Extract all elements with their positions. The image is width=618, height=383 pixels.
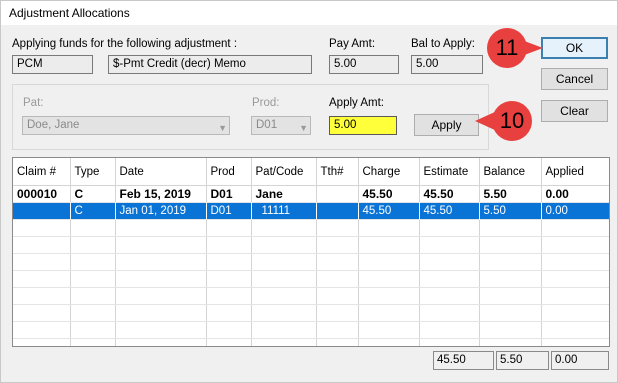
column-header-claim[interactable]: Claim #: [13, 158, 71, 186]
prod-combobox[interactable]: D01 ▼: [251, 116, 311, 135]
chevron-down-icon: ▼: [299, 123, 308, 133]
empty-row: [13, 219, 609, 237]
callout-11-badge: 11: [487, 28, 527, 68]
patient-combobox[interactable]: Doe, Jane ▼: [22, 116, 230, 135]
column-header-tooth[interactable]: Tth#: [316, 158, 359, 186]
bal-to-apply-label: Bal to Apply:: [411, 38, 475, 50]
claims-table: Claim # Type Date Prod Pat/Code Tth# Cha…: [13, 158, 609, 346]
callout-10-badge: 10: [492, 101, 532, 141]
empty-row: [13, 321, 609, 339]
table-header-row: Claim # Type Date Prod Pat/Code Tth# Cha…: [13, 158, 609, 186]
cell-estimate: 45.50: [419, 202, 480, 220]
column-header-pat-code[interactable]: Pat/Code: [251, 158, 317, 186]
column-header-prod[interactable]: Prod: [206, 158, 252, 186]
empty-row: [13, 236, 609, 254]
cell-charge: 45.50: [358, 202, 420, 220]
apply-button[interactable]: Apply: [414, 114, 479, 136]
column-header-balance[interactable]: Balance: [479, 158, 542, 186]
empty-row: [13, 338, 609, 346]
table-row[interactable]: 000010 C Feb 15, 2019 D01 Jane 45.50 45.…: [13, 185, 609, 203]
prod-label: Prod:: [252, 97, 280, 109]
applying-label: Applying funds for the following adjustm…: [12, 38, 238, 50]
cell-applied: 0.00: [541, 202, 609, 220]
cell-balance: 5.50: [479, 202, 542, 220]
cell-date: Feb 15, 2019: [115, 185, 207, 203]
cell-prod: D01: [206, 202, 252, 220]
adjustment-description-field: $-Pmt Credit (decr) Memo: [108, 55, 312, 74]
apply-amt-input[interactable]: 5.00: [329, 116, 397, 135]
total-estimate: 45.50: [433, 351, 494, 370]
cell-pat-code: 11111: [251, 202, 317, 220]
pay-amt-label: Pay Amt:: [329, 38, 376, 50]
cell-applied: 0.00: [541, 185, 609, 203]
claims-grid[interactable]: Claim # Type Date Prod Pat/Code Tth# Cha…: [12, 157, 610, 347]
column-header-estimate[interactable]: Estimate: [419, 158, 480, 186]
cell-type: C: [70, 202, 116, 220]
cell-estimate: 45.50: [419, 185, 480, 203]
chevron-down-icon: ▼: [218, 123, 227, 133]
cell-balance: 5.50: [479, 185, 542, 203]
window-title: Adjustment Allocations: [9, 6, 130, 20]
cell-tooth: [316, 185, 359, 203]
apply-amt-label: Apply Amt:: [329, 97, 384, 109]
empty-row: [13, 287, 609, 305]
cell-claim: 000010: [13, 185, 71, 203]
adjustment-allocations-window: Adjustment Allocations Applying funds fo…: [0, 0, 618, 383]
column-header-date[interactable]: Date: [115, 158, 207, 186]
clear-button[interactable]: Clear: [541, 100, 608, 122]
cell-type: C: [70, 185, 116, 203]
cell-tooth: [316, 202, 359, 220]
patient-value: Doe, Jane: [27, 119, 80, 131]
adjustment-code-field: PCM: [12, 55, 93, 74]
prod-value: D01: [256, 119, 278, 131]
empty-row: [13, 270, 609, 288]
column-header-type[interactable]: Type: [70, 158, 116, 186]
cancel-button[interactable]: Cancel: [541, 68, 608, 90]
total-applied: 0.00: [551, 351, 609, 370]
column-header-applied[interactable]: Applied: [541, 158, 609, 186]
title-bar[interactable]: Adjustment Allocations: [1, 1, 617, 25]
ok-button[interactable]: OK: [541, 37, 608, 59]
cell-date: Jan 01, 2019: [115, 202, 207, 220]
empty-row: [13, 253, 609, 271]
cell-prod: D01: [206, 185, 252, 203]
column-header-charge[interactable]: Charge: [358, 158, 420, 186]
empty-row: [13, 304, 609, 322]
pat-label: Pat:: [23, 97, 44, 109]
bal-to-apply-field: 5.00: [411, 55, 483, 74]
cell-charge: 45.50: [358, 185, 420, 203]
cell-pat-code: Jane: [251, 185, 317, 203]
total-balance: 5.50: [496, 351, 549, 370]
cell-claim: [13, 202, 71, 220]
table-row-selected[interactable]: C Jan 01, 2019 D01 11111 45.50 45.50 5.5…: [13, 202, 609, 220]
pay-amt-field: 5.00: [329, 55, 399, 74]
